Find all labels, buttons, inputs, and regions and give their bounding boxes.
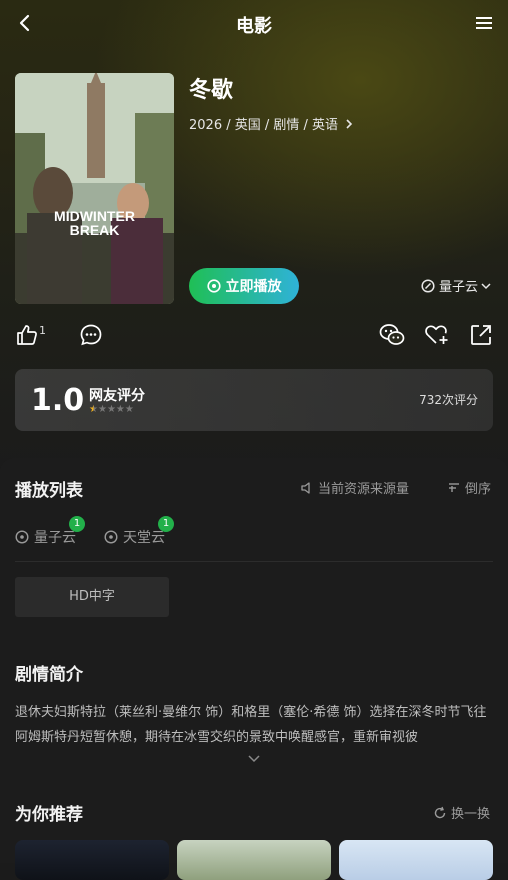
- star-half-icon: ★: [89, 404, 98, 415]
- wechat-icon[interactable]: [379, 323, 405, 347]
- sort-label: 倒序: [465, 482, 492, 497]
- thumbs-up-icon[interactable]: [15, 323, 39, 347]
- chevron-right-icon: [346, 119, 353, 129]
- refresh-label: 换一换: [451, 807, 491, 822]
- recommend-title: 为你推荐: [15, 805, 83, 825]
- chevron-down-icon: [481, 282, 491, 289]
- star-empty-icon: ★: [106, 404, 116, 415]
- rating-card: 1.0 网友评分 ★★★★★ 732次评分: [15, 369, 493, 431]
- play-now-label: 立即播放: [225, 279, 282, 295]
- poster-title-line2: BREAK: [70, 222, 120, 238]
- play-circle-icon: [104, 530, 118, 544]
- episode-button[interactable]: HD中字: [15, 577, 169, 617]
- like-count: 1: [39, 324, 46, 337]
- source-tab-2[interactable]: 天堂云: [104, 527, 165, 547]
- comment-icon[interactable]: [79, 323, 103, 347]
- source-tab-label: 量子云: [34, 530, 76, 546]
- source-badge: 1: [158, 516, 174, 532]
- top-bar: 电影: [0, 0, 508, 48]
- refresh-button[interactable]: 换一换: [433, 803, 490, 822]
- movie-meta[interactable]: 2026 / 英国 / 剧情 / 英语: [189, 114, 354, 133]
- source-selected-label: 量子云: [438, 280, 478, 295]
- share-icon[interactable]: [469, 323, 493, 347]
- source-badge: 1: [69, 516, 85, 532]
- synopsis-title: 剧情简介: [15, 665, 83, 685]
- movie-poster[interactable]: MIDWINTER BREAK: [15, 73, 174, 304]
- movie-title: 冬歇: [189, 78, 234, 103]
- page-title: 电影: [236, 16, 272, 37]
- rating-count: 732次评分: [419, 393, 478, 407]
- rating-stars: ★★★★★: [89, 404, 134, 415]
- star-empty-icon: ★: [115, 404, 125, 415]
- speaker-icon: [301, 481, 310, 494]
- synopsis-text: 退休夫妇斯特拉（莱丝利·曼维尔 饰）和格里（塞伦·希德 饰）选择在深冬时节飞往阿…: [15, 705, 487, 745]
- favorite-heart-icon[interactable]: [424, 323, 450, 347]
- refresh-icon: [434, 806, 446, 818]
- recommend-card-1[interactable]: [15, 840, 169, 880]
- expand-chevron-icon[interactable]: [246, 753, 262, 765]
- poster-art: MIDWINTER BREAK: [15, 73, 174, 304]
- source-selector[interactable]: 量子云: [421, 276, 492, 295]
- source-notice-text: 当前资源来源量: [318, 482, 410, 497]
- sort-toggle[interactable]: 倒序: [447, 478, 491, 497]
- recommend-card-2[interactable]: [177, 840, 331, 880]
- recommend-card-3[interactable]: [339, 840, 493, 880]
- star-empty-icon: ★: [124, 404, 134, 415]
- rating-label: 网友评分: [89, 388, 145, 404]
- play-circle-icon: [15, 530, 29, 544]
- sort-icon: [449, 482, 459, 492]
- star-empty-icon: ★: [97, 404, 107, 415]
- source-tab-1[interactable]: 量子云: [15, 527, 76, 547]
- play-now-button[interactable]: 立即播放: [189, 268, 299, 304]
- compass-icon: [421, 278, 435, 293]
- divider: [15, 561, 493, 562]
- play-circle-icon: [206, 279, 221, 293]
- rating-score: 1.0: [31, 383, 85, 418]
- movie-meta-text: 2026 / 英国 / 剧情 / 英语: [189, 118, 339, 133]
- playlist-title: 播放列表: [15, 481, 83, 501]
- menu-icon[interactable]: [474, 13, 494, 33]
- source-tab-label: 天堂云: [123, 530, 165, 546]
- source-notice: 当前资源来源量: [300, 478, 409, 497]
